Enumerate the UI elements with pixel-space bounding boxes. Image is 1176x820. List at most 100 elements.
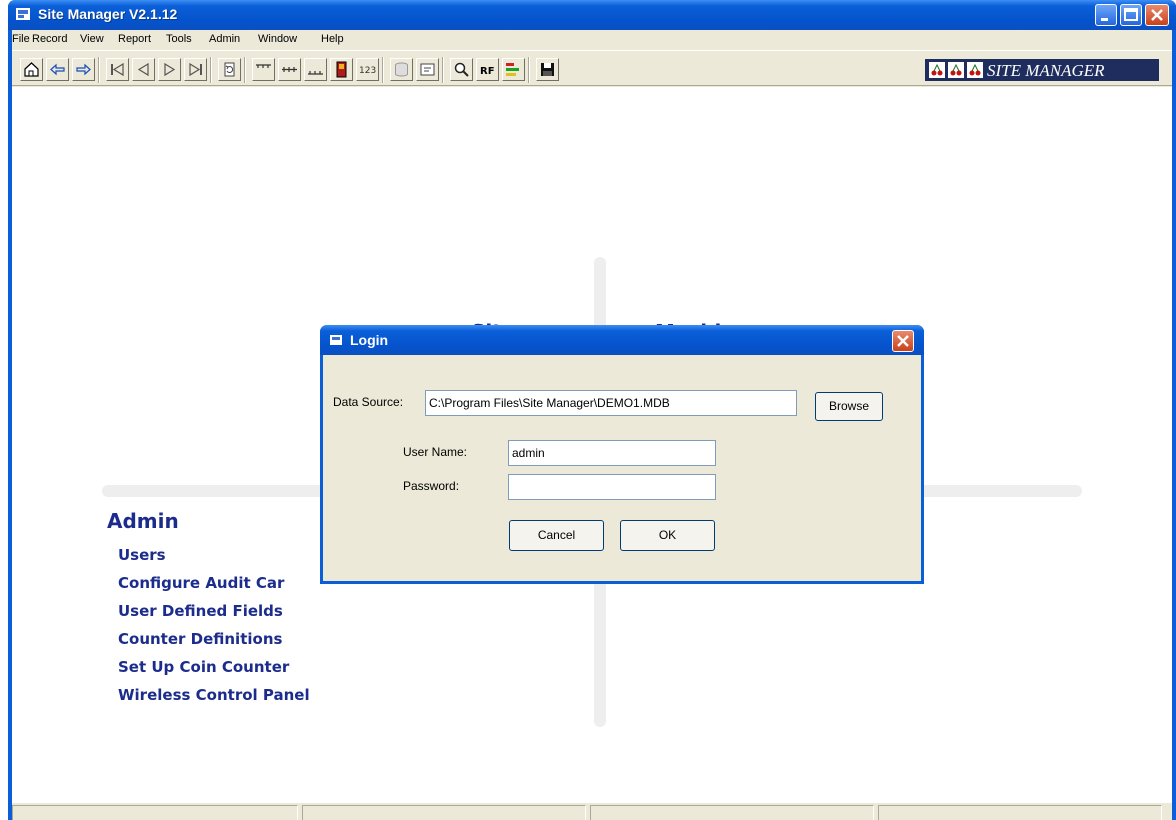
password-field[interactable]: [508, 474, 716, 500]
maximize-button[interactable]: [1120, 4, 1142, 26]
previous-record-button[interactable]: [132, 58, 155, 81]
password-label: Password:: [403, 479, 460, 493]
meter-middle-button[interactable]: [278, 58, 301, 81]
app-icon: [16, 8, 30, 20]
minimize-button[interactable]: [1095, 4, 1117, 26]
menu-help-label: Help: [321, 33, 344, 45]
login-body: Data Source: C:\Program Files\Site Manag…: [323, 355, 921, 581]
meter-bottom-button[interactable]: [304, 58, 327, 81]
menu-admin[interactable]: Admin: [209, 33, 240, 45]
menu-bar: File Record View Report Tools Admin Wind…: [12, 30, 1172, 50]
machine-icon: [336, 61, 347, 78]
rf-button[interactable]: RF: [476, 58, 499, 81]
close-button[interactable]: [1145, 4, 1169, 26]
arrow-left-icon: [50, 63, 65, 76]
browse-button[interactable]: Browse: [815, 392, 883, 421]
menu-tools-label: Tools: [166, 33, 192, 45]
dialog-icon: [330, 335, 342, 345]
back-button[interactable]: [46, 58, 69, 81]
menu-tools[interactable]: Tools: [166, 33, 192, 45]
counter-button[interactable]: 123: [356, 58, 379, 81]
toolbar-separator: [98, 57, 100, 83]
login-title: Login: [350, 332, 389, 348]
refresh-icon: [224, 62, 235, 77]
close-icon: [1151, 9, 1163, 21]
last-record-button[interactable]: [184, 58, 207, 81]
menu-help[interactable]: Help: [321, 33, 344, 45]
chart-button[interactable]: [502, 58, 525, 81]
next-record-button[interactable]: [158, 58, 181, 81]
meter-bottom-icon: [308, 71, 323, 75]
menu-admin-label: Admin: [209, 33, 241, 45]
magnifier-icon: [454, 62, 469, 77]
username-label: User Name:: [403, 445, 468, 459]
toolbar-separator: [528, 57, 530, 83]
first-record-button[interactable]: [106, 58, 129, 81]
brand-text: SITE MANAGER: [987, 61, 1105, 80]
database-button[interactable]: [390, 58, 413, 81]
machine-button[interactable]: [330, 58, 353, 81]
login-title-bar[interactable]: Login: [320, 325, 924, 355]
menu-view[interactable]: View: [80, 33, 104, 45]
menu-window[interactable]: Window: [258, 33, 297, 45]
rf-icon: RF: [480, 66, 495, 77]
menu-file-label: File: [12, 33, 30, 45]
cherry-icon: [948, 62, 964, 78]
menu-window-label: Window: [258, 33, 298, 45]
window-title: Site Manager V2.1.12: [38, 6, 178, 22]
users-link[interactable]: Users: [118, 546, 166, 564]
data-source-field[interactable]: C:\Program Files\Site Manager\DEMO1.MDB: [425, 390, 797, 416]
wireless-control-panel-link[interactable]: Wireless Control Panel: [118, 686, 310, 704]
arrow-right-icon: [76, 63, 91, 76]
first-record-icon: [111, 62, 124, 77]
next-record-icon: [164, 62, 176, 77]
menu-record-label: Record: [32, 33, 68, 45]
refresh-button[interactable]: [218, 58, 241, 81]
configure-audit-car-link[interactable]: Configure Audit Car: [118, 574, 284, 592]
save-button[interactable]: [536, 58, 559, 81]
forward-button[interactable]: [72, 58, 95, 81]
title-bar[interactable]: Site Manager V2.1.12: [8, 0, 1176, 30]
toolbar: 123 RF SITE MANAGER: [12, 50, 1172, 86]
menu-report[interactable]: Report: [118, 33, 151, 45]
status-pane: [302, 805, 586, 820]
find-button[interactable]: [450, 58, 473, 81]
previous-record-icon: [137, 62, 149, 77]
close-icon: [897, 335, 909, 347]
toolbar-separator: [442, 57, 444, 83]
minimize-icon: [1101, 18, 1108, 21]
menu-file[interactable]: File: [12, 33, 30, 45]
floppy-disk-icon: [541, 63, 554, 76]
svg-text:123: 123: [359, 66, 376, 76]
last-record-icon: [189, 62, 202, 77]
cherry-icon: [929, 62, 945, 78]
menu-record[interactable]: Record: [32, 33, 67, 45]
edit-icon: [420, 63, 435, 76]
database-icon: [395, 62, 408, 77]
admin-heading: Admin: [107, 509, 179, 533]
edit-button[interactable]: [416, 58, 439, 81]
login-close-button[interactable]: [892, 330, 914, 352]
status-bar: [12, 803, 1172, 820]
maximize-icon: [1124, 8, 1138, 21]
cherry-icon: [967, 62, 983, 78]
toolbar-separator: [244, 57, 246, 83]
bar-chart-icon: [506, 63, 519, 76]
brand-logo: SITE MANAGER: [925, 59, 1159, 81]
home-button[interactable]: [20, 58, 43, 81]
meter-top-button[interactable]: [252, 58, 275, 81]
counter-definitions-link[interactable]: Counter Definitions: [118, 630, 282, 648]
counter-icon: 123: [359, 66, 376, 76]
toolbar-separator: [210, 57, 212, 83]
ok-button[interactable]: OK: [620, 520, 715, 551]
status-pane: [878, 805, 1162, 820]
login-dialog: Login Data Source: C:\Program Files\Site…: [320, 325, 924, 584]
data-source-label: Data Source:: [333, 395, 404, 409]
set-up-coin-counter-link[interactable]: Set Up Coin Counter: [118, 658, 289, 676]
meter-top-icon: [256, 64, 271, 68]
username-field[interactable]: admin: [508, 440, 716, 466]
cancel-button[interactable]: Cancel: [509, 520, 604, 551]
rf-text: RF: [480, 66, 495, 77]
user-defined-fields-link[interactable]: User Defined Fields: [118, 602, 283, 620]
home-icon: [24, 62, 39, 77]
